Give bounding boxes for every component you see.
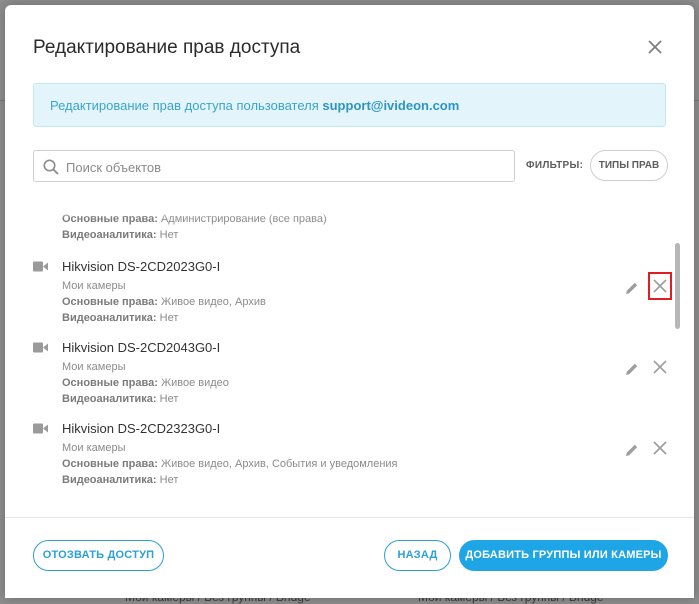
analytics-value: Нет bbox=[156, 474, 179, 486]
rights-label: Основные права: bbox=[62, 296, 158, 308]
pencil-icon[interactable] bbox=[625, 281, 639, 295]
item-name: Hikvision DS-2CD2023G0-I bbox=[62, 259, 221, 274]
item-name: Hikvision DS-2CD2043G0-I bbox=[62, 340, 221, 355]
search-icon bbox=[43, 159, 59, 175]
analytics-label: Видеоаналитика: bbox=[62, 312, 157, 324]
item-rights: Основные права: Живое видео, Архив bbox=[62, 296, 266, 308]
item-analytics: Видеоаналитика: Нет bbox=[62, 474, 178, 486]
list-fade bbox=[5, 200, 694, 218]
analytics-label: Видеоаналитика: bbox=[62, 393, 157, 405]
delete-x-icon[interactable] bbox=[652, 359, 668, 375]
pencil-icon[interactable] bbox=[625, 443, 639, 457]
rights-value: Живое видео, Архив, События и уведомлени… bbox=[157, 458, 398, 470]
item-group: Мои камеры bbox=[62, 280, 126, 292]
info-banner: Редактирование прав доступа пользователя… bbox=[33, 83, 666, 127]
info-user-email: support@ivideon.com bbox=[322, 98, 460, 113]
delete-x-icon[interactable] bbox=[652, 278, 668, 294]
add-groups-or-cameras-button[interactable]: ДОБАВИТЬ ГРУППЫ ИЛИ КАМЕРЫ bbox=[459, 540, 668, 571]
rights-value: Живое видео bbox=[157, 377, 229, 389]
analytics-label: Видеоаналитика: bbox=[62, 474, 157, 486]
analytics-value: Нет bbox=[156, 229, 179, 241]
item-rights: Основные права: Живое видео bbox=[62, 377, 229, 389]
revoke-access-button[interactable]: ОТОЗВАТЬ ДОСТУП bbox=[33, 540, 164, 571]
item-analytics: Видеоаналитика: Нет bbox=[62, 312, 178, 324]
rights-label: Основные права: bbox=[62, 458, 158, 470]
info-prefix: Редактирование прав доступа пользователя bbox=[50, 98, 323, 113]
item-group: Мои камеры bbox=[62, 361, 126, 373]
search-input[interactable] bbox=[64, 156, 508, 178]
search-box bbox=[33, 150, 515, 182]
footer-divider bbox=[5, 517, 694, 518]
list-scrollbar[interactable] bbox=[675, 243, 680, 329]
edit-access-dialog: Редактирование прав доступа Редактирован… bbox=[5, 5, 694, 598]
camera-icon bbox=[33, 261, 48, 272]
analytics-label: Видеоаналитика: bbox=[62, 229, 157, 241]
item-name: Hikvision DS-2CD2323G0-I bbox=[62, 421, 221, 436]
dialog-title: Редактирование прав доступа bbox=[33, 37, 301, 58]
rights-value: Живое видео, Архив bbox=[157, 296, 266, 308]
item-analytics: Видеоаналитика: Нет bbox=[62, 393, 178, 405]
pencil-icon[interactable] bbox=[625, 362, 639, 376]
analytics-value: Нет bbox=[156, 393, 179, 405]
back-button[interactable]: НАЗАД bbox=[384, 540, 451, 571]
rights-type-filter-button[interactable]: ТИПЫ ПРАВ bbox=[590, 150, 668, 181]
camera-icon bbox=[33, 423, 48, 434]
rights-label: Основные права: bbox=[62, 377, 158, 389]
item-group: Мои камеры bbox=[62, 442, 126, 454]
item-analytics: Видеоаналитика: Нет bbox=[62, 229, 178, 241]
filters-label: ФИЛЬТРЫ: bbox=[526, 160, 584, 171]
close-icon[interactable] bbox=[646, 38, 664, 56]
camera-icon bbox=[33, 342, 48, 353]
delete-x-icon[interactable] bbox=[652, 440, 668, 456]
item-rights: Основные права: Живое видео, Архив, Собы… bbox=[62, 458, 398, 470]
info-text: Редактирование прав доступа пользователя… bbox=[50, 98, 459, 113]
analytics-value: Нет bbox=[156, 312, 179, 324]
objects-list[interactable]: Основные права: Администрирование (все п… bbox=[5, 200, 694, 515]
